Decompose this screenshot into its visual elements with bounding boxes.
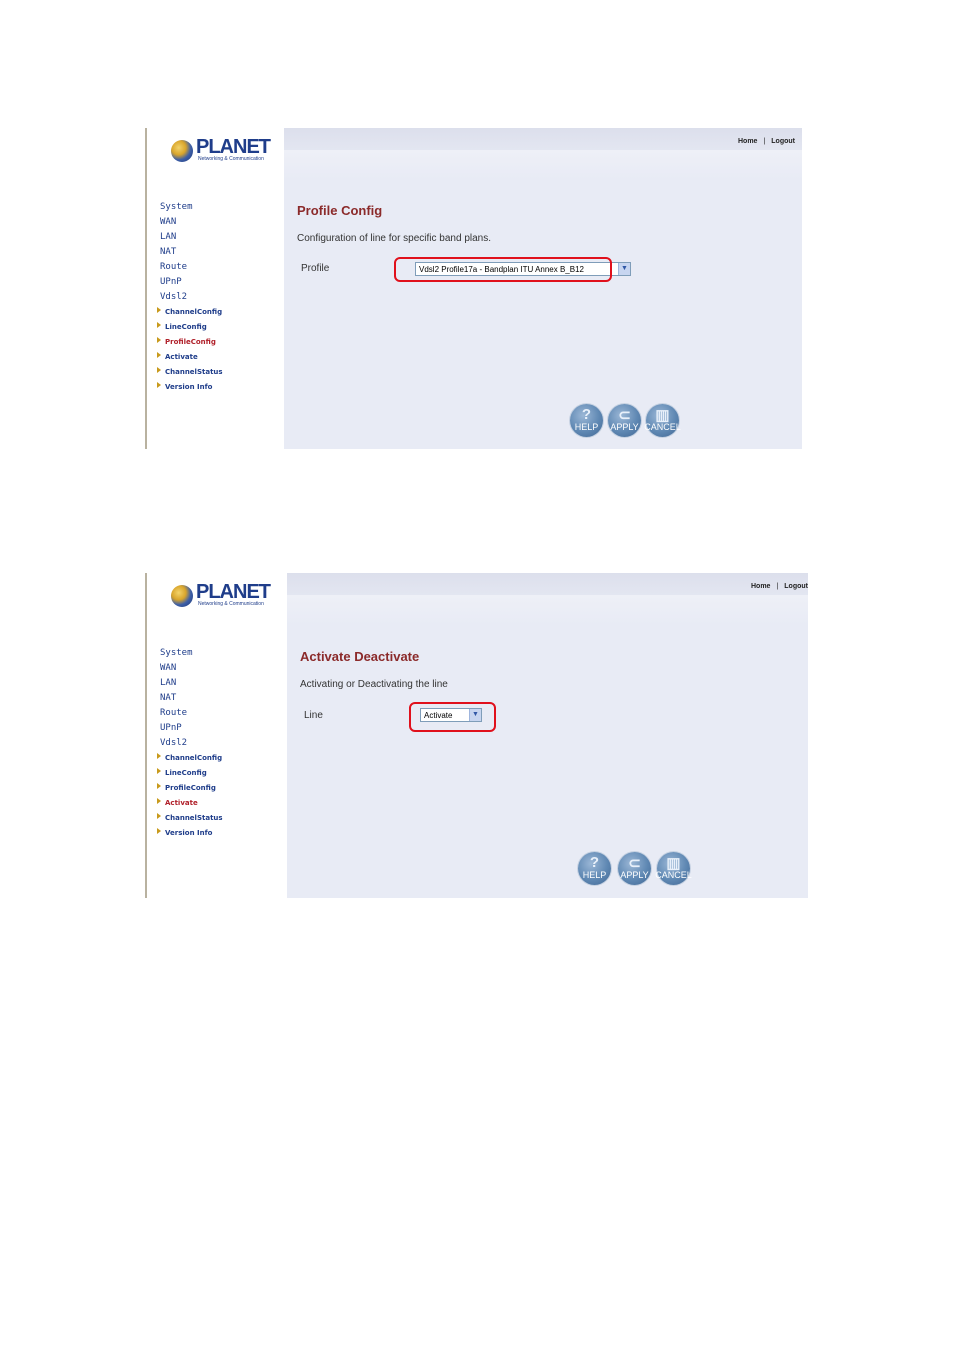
page-title: Profile Config <box>297 203 383 218</box>
top-fade <box>287 595 808 625</box>
logo-tagline: Networking & Communication <box>198 601 264 607</box>
cancel-label: CANCEL <box>644 422 681 432</box>
triangle-right-icon <box>157 367 161 373</box>
menu-item-wan[interactable]: WAN <box>160 661 226 676</box>
menu-item-system[interactable]: System <box>160 646 226 661</box>
menu-item-wan[interactable]: WAN <box>160 215 226 230</box>
triangle-right-icon <box>157 337 161 343</box>
logout-link[interactable]: Logout <box>771 138 795 145</box>
top-fade <box>284 150 802 180</box>
submenu-item-channelstatus[interactable]: ChannelStatus <box>157 365 223 380</box>
left-nav: PLANET Networking & Communication System… <box>145 128 286 449</box>
submenu-item-profileconfig[interactable]: ProfileConfig <box>157 335 223 350</box>
triangle-right-icon <box>157 828 161 834</box>
apply-button[interactable]: ⊂ APPLY <box>618 852 651 885</box>
profile-label: Profile <box>301 263 330 274</box>
menu-item-vdsl2[interactable]: Vdsl2 <box>160 290 226 305</box>
page-description: Activating or Deactivating the line <box>300 679 448 690</box>
home-link[interactable]: Home <box>751 583 770 590</box>
question-icon: ? <box>589 854 600 871</box>
question-icon: ? <box>581 406 592 423</box>
globe-icon <box>171 585 193 607</box>
planet-logo: PLANET Networking & Communication <box>171 136 271 164</box>
submenu-item-profileconfig[interactable]: ProfileConfig <box>157 781 223 796</box>
submenu-item-channelconfig[interactable]: ChannelConfig <box>157 751 223 766</box>
triangle-right-icon <box>157 768 161 774</box>
screenshot-profile-config: PLANET Networking & Communication System… <box>145 128 802 449</box>
help-button[interactable]: ? HELP <box>570 404 603 437</box>
main-menu: System WAN LAN NAT Route UPnP Vdsl2 Chan… <box>157 646 226 841</box>
triangle-right-icon <box>157 322 161 328</box>
help-label: HELP <box>582 870 607 880</box>
highlight-box <box>409 702 496 732</box>
submenu-item-channelconfig[interactable]: ChannelConfig <box>157 305 223 320</box>
apply-button[interactable]: ⊂ APPLY <box>608 404 641 437</box>
triangle-right-icon <box>157 753 161 759</box>
submenu-item-activate[interactable]: Activate <box>157 350 223 365</box>
content-panel: Home | Logout Profile Config Configuration… <box>284 128 802 449</box>
planet-logo: PLANET Networking & Communication <box>171 581 271 609</box>
content-panel: Home | Logout Activate Deactivate Activati… <box>287 573 808 898</box>
cancel-button[interactable]: ▥ CANCEL <box>644 404 681 437</box>
help-button[interactable]: ? HELP <box>578 852 611 885</box>
submenu-item-versioninfo[interactable]: Version Info <box>157 826 223 841</box>
help-label: HELP <box>574 422 599 432</box>
cancel-button[interactable]: ▥ CANCEL <box>655 852 692 885</box>
menu-item-nat[interactable]: NAT <box>160 691 226 706</box>
menu-item-route[interactable]: Route <box>160 260 226 275</box>
highlight-box <box>394 257 612 282</box>
menu-item-vdsl2[interactable]: Vdsl2 <box>160 736 226 751</box>
triangle-right-icon <box>157 352 161 358</box>
triangle-right-icon <box>157 813 161 819</box>
logo-tagline: Networking & Communication <box>198 156 264 162</box>
left-nav: PLANET Networking & Communication System… <box>145 573 286 898</box>
apply-label: APPLY <box>620 870 649 880</box>
globe-icon <box>171 140 193 162</box>
logout-link[interactable]: Logout <box>784 583 808 590</box>
menu-item-route[interactable]: Route <box>160 706 226 721</box>
main-menu: System WAN LAN NAT Route UPnP Vdsl2 Chan… <box>157 200 226 395</box>
chevron-down-icon[interactable]: ▼ <box>618 263 630 275</box>
triangle-right-icon <box>157 382 161 388</box>
submenu-item-activate[interactable]: Activate <box>157 796 223 811</box>
menu-item-lan[interactable]: LAN <box>160 230 226 245</box>
submenu-item-lineconfig[interactable]: LineConfig <box>157 766 223 781</box>
top-links: Home | Logout <box>751 583 808 590</box>
link-separator: | <box>776 583 779 590</box>
submenu-item-versioninfo[interactable]: Version Info <box>157 380 223 395</box>
home-link[interactable]: Home <box>738 138 757 145</box>
line-label: Line <box>304 710 323 721</box>
screenshot-activate-deactivate: PLANET Networking & Communication System… <box>145 573 808 898</box>
top-links: Home | Logout <box>738 138 795 145</box>
link-separator: | <box>763 138 766 145</box>
submenu-item-lineconfig[interactable]: LineConfig <box>157 320 223 335</box>
triangle-right-icon <box>157 783 161 789</box>
menu-item-upnp[interactable]: UPnP <box>160 721 226 736</box>
menu-item-lan[interactable]: LAN <box>160 676 226 691</box>
menu-item-system[interactable]: System <box>160 200 226 215</box>
menu-item-upnp[interactable]: UPnP <box>160 275 226 290</box>
triangle-right-icon <box>157 798 161 804</box>
submenu-item-channelstatus[interactable]: ChannelStatus <box>157 811 223 826</box>
menu-item-nat[interactable]: NAT <box>160 245 226 260</box>
page-description: Configuration of line for specific band … <box>297 233 492 244</box>
top-bar <box>287 573 808 595</box>
page-title: Activate Deactivate <box>300 649 420 664</box>
cancel-label: CANCEL <box>655 870 692 880</box>
top-bar <box>284 128 802 150</box>
apply-label: APPLY <box>610 422 639 432</box>
triangle-right-icon <box>157 307 161 313</box>
